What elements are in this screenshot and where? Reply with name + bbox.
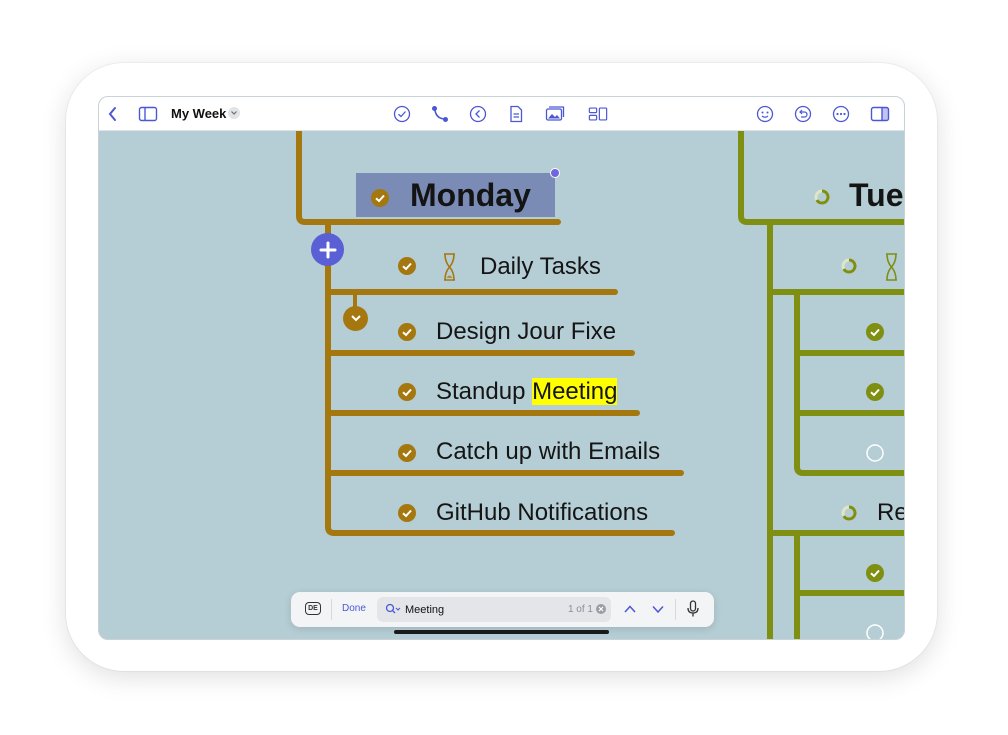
tuesday-task-label[interactable]: Re (877, 501, 904, 525)
divider (331, 599, 332, 620)
task-check-icon[interactable] (398, 444, 416, 462)
task-label[interactable]: GitHub Notifications (436, 501, 648, 525)
image-icon[interactable] (545, 104, 565, 124)
keyboard-language-button[interactable]: DE (305, 602, 321, 615)
microphone-icon (687, 600, 699, 617)
tuesday-title[interactable]: Tue (849, 179, 904, 211)
back-chevron-icon[interactable] (103, 104, 123, 124)
task-check-icon[interactable] (398, 257, 416, 275)
search-input[interactable] (405, 602, 555, 617)
divider (675, 599, 676, 620)
task-label[interactable]: Standup Meeting (436, 378, 618, 405)
search-options-icon[interactable] (385, 603, 401, 615)
collapse-toggle[interactable] (343, 306, 368, 331)
task-check-icon[interactable] (398, 383, 416, 401)
task-label[interactable]: Daily Tasks (480, 255, 601, 279)
task-label[interactable]: Design Jour Fixe (436, 320, 616, 344)
hourglass-icon (886, 253, 897, 281)
smiley-icon[interactable] (755, 104, 775, 124)
toolbar: My Week (99, 97, 904, 131)
task-check-icon[interactable] (866, 383, 884, 401)
chevron-down-icon (652, 605, 664, 614)
monday-title[interactable]: Monday (410, 179, 531, 211)
app-screen: My Week Monday Daily Tasks Design Jour F… (98, 96, 905, 640)
more-icon[interactable] (831, 104, 851, 124)
next-match-button[interactable] (650, 601, 666, 617)
layout-icon[interactable] (588, 104, 608, 124)
mindmap-canvas[interactable]: Monday Daily Tasks Design Jour Fixe Stan… (99, 131, 904, 640)
dictation-button[interactable] (686, 600, 700, 618)
undo-icon[interactable] (793, 104, 813, 124)
previous-match-button[interactable] (622, 601, 638, 617)
find-bar: DE Done 1 of 1 (291, 592, 714, 627)
document-title[interactable]: My Week (171, 106, 226, 121)
inspector-icon[interactable] (870, 104, 890, 124)
keyboard-language-label: DE (308, 605, 318, 612)
add-node-button[interactable] (311, 233, 344, 266)
done-button[interactable]: Done (342, 603, 366, 614)
task-check-icon[interactable] (866, 564, 884, 582)
chevron-down-icon (350, 315, 361, 322)
document-icon[interactable] (506, 104, 526, 124)
collapse-left-icon[interactable] (468, 104, 488, 124)
hourglass-icon (444, 253, 455, 281)
connector-icon[interactable] (430, 104, 450, 124)
home-indicator[interactable] (394, 630, 609, 634)
task-check-icon[interactable] (866, 323, 884, 341)
sidebar-icon[interactable] (138, 104, 158, 124)
monday-check-icon[interactable] (371, 189, 389, 207)
selection-handle[interactable] (550, 168, 560, 178)
progress-ring-icon[interactable] (840, 504, 858, 522)
task-unchecked-icon[interactable] (866, 624, 884, 640)
task-label[interactable]: Catch up with Emails (436, 440, 660, 464)
search-match-highlight: Meeting (532, 378, 618, 405)
check-circle-icon[interactable] (392, 104, 412, 124)
progress-ring-icon[interactable] (840, 257, 858, 275)
task-label-text: Standup (436, 378, 533, 405)
title-menu-chevron-icon[interactable] (228, 107, 240, 119)
chevron-up-icon (624, 605, 636, 613)
progress-ring-icon[interactable] (813, 188, 831, 206)
task-check-icon[interactable] (398, 504, 416, 522)
search-field[interactable]: 1 of 1 (377, 597, 611, 622)
clear-icon[interactable] (596, 604, 606, 614)
task-check-icon[interactable] (398, 323, 416, 341)
plus-icon (319, 241, 336, 258)
task-unchecked-icon[interactable] (866, 444, 884, 462)
match-count: 1 of 1 (567, 604, 593, 615)
